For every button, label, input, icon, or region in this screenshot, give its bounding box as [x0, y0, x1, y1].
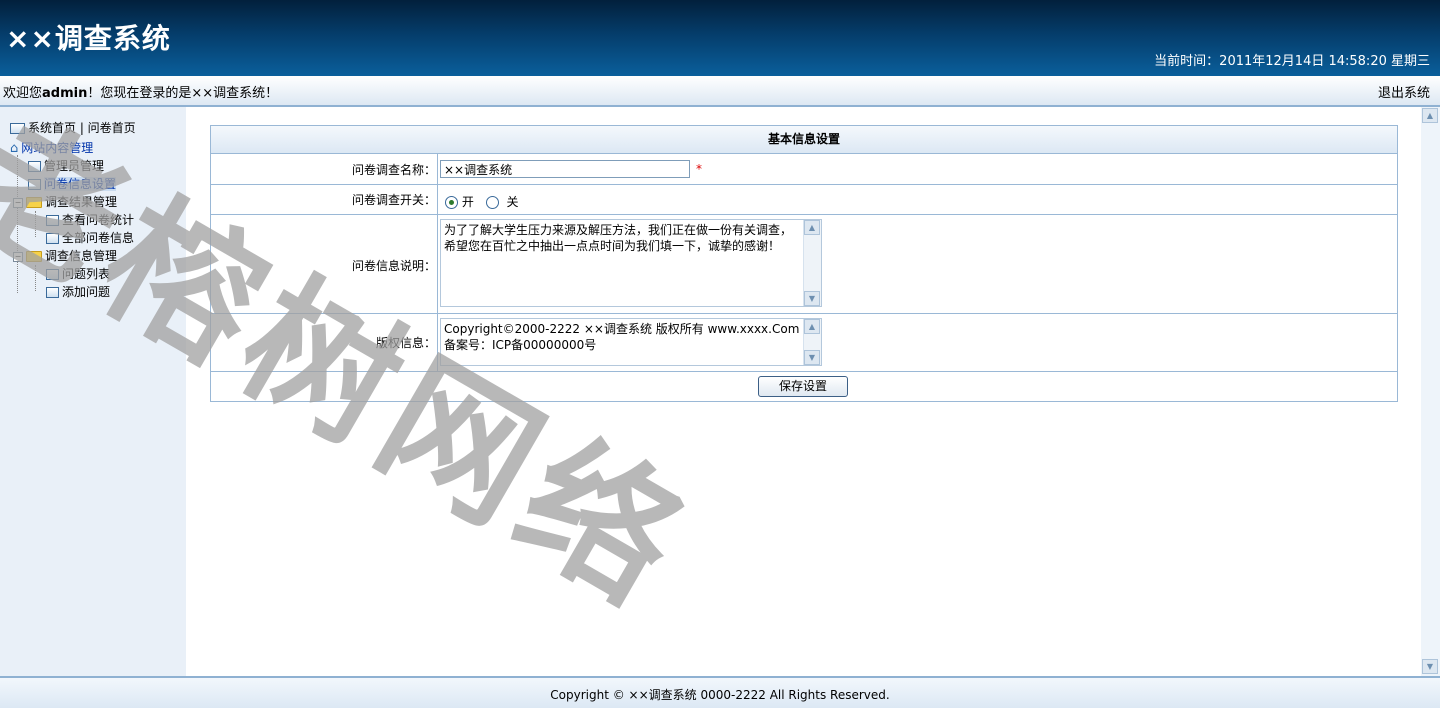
switch-on-label: 开	[461, 195, 474, 209]
sidebar-top-links[interactable]: 系统首页 | 问卷首页	[10, 120, 136, 136]
page-icon	[28, 179, 41, 190]
sidebar-item-question-list[interactable]: 问题列表	[46, 266, 110, 282]
sidebar-root-label: 网站内容管理	[21, 141, 94, 155]
scroll-down-icon[interactable]: ▼	[804, 350, 820, 365]
header-banner: ××调查系统 当前时间：2011年12月14日 14:58:20 星期三	[0, 0, 1440, 76]
switch-on-radio[interactable]	[445, 196, 458, 209]
page-icon	[46, 215, 59, 226]
current-time: 当前时间：2011年12月14日 14:58:20 星期三	[1154, 54, 1430, 69]
sidebar-item-label: 问题列表	[62, 267, 111, 281]
sidebar-top-links-label: 系统首页 | 问卷首页	[28, 121, 136, 135]
settings-panel: 基本信息设置 问卷调查名称： ××调查系统 * 问卷调查开关： 开 关 问卷信息…	[210, 125, 1398, 402]
collapse-icon[interactable]: −	[13, 197, 23, 208]
description-text: 为了了解大学生压力来源及解压方法，我们正在做一份有关调查，希望您在百忙之中抽出一…	[444, 223, 793, 253]
switch-off-radio[interactable]	[485, 196, 499, 209]
copyright-label: 版权信息：	[375, 336, 436, 350]
page-icon	[46, 233, 59, 244]
username: admin	[42, 86, 88, 101]
sidebar-item-label: 问卷信息设置	[44, 177, 117, 191]
page-icon	[28, 161, 41, 172]
sidebar-root[interactable]: ⌂ 网站内容管理	[10, 140, 93, 156]
sidebar-item-survey-settings[interactable]: 问卷信息设置	[28, 176, 117, 192]
home-icon: ⌂	[10, 140, 19, 156]
page-scrollbar[interactable]: ▲ ▼	[1421, 107, 1440, 676]
description-textarea[interactable]: 为了了解大学生压力来源及解压方法，我们正在做一份有关调查，希望您在百忙之中抽出一…	[440, 219, 822, 307]
sidebar-item-survey-stats[interactable]: 查看问卷统计	[46, 212, 134, 228]
footer: Copyright © ××调查系统 0000-2222 All Rights …	[0, 676, 1440, 708]
sidebar-item-all-surveys[interactable]: 全部问卷信息	[46, 230, 134, 246]
sidebar-item-label: 调查结果管理	[45, 195, 118, 209]
computer-icon	[10, 123, 25, 134]
copyright-text: Copyright©2000-2222 ××调查系统 版权所有 www.xxxx…	[444, 322, 800, 352]
description-scrollbar[interactable]: ▲ ▼	[803, 220, 821, 306]
description-row: 问卷信息说明： 为了了解大学生压力来源及解压方法，我们正在做一份有关调查，希望您…	[211, 215, 1397, 314]
sidebar-item-admin-manage[interactable]: 管理员管理	[28, 158, 104, 174]
switch-off-label: 关	[506, 195, 519, 209]
switch-group: 开 关	[445, 193, 519, 210]
sidebar-item-label: 调查信息管理	[45, 249, 118, 263]
switch-label: 问卷调查开关：	[351, 193, 436, 207]
scroll-up-icon[interactable]: ▲	[1422, 108, 1438, 123]
collapse-icon[interactable]: −	[13, 251, 23, 262]
name-row: 问卷调查名称： ××调查系统 *	[211, 154, 1397, 185]
name-label: 问卷调查名称：	[351, 163, 436, 177]
sidebar-item-label: 添加问题	[62, 285, 111, 299]
copyright-row: 版权信息： Copyright©2000-2222 ××调查系统 版权所有 ww…	[211, 314, 1397, 372]
logout-link[interactable]: 退出系统	[1378, 82, 1430, 101]
footer-copyright: Copyright © ××调查系统 0000-2222 All Rights …	[550, 688, 890, 702]
sidebar-item-survey-info-manage[interactable]: − 调查信息管理	[13, 248, 117, 264]
welcome-suffix: ！您现在登录的是××调查系统！	[87, 86, 279, 101]
panel-title: 基本信息设置	[211, 126, 1397, 154]
description-label: 问卷信息说明：	[351, 259, 436, 273]
page-icon	[46, 269, 59, 280]
folder-icon	[26, 251, 42, 262]
folder-icon	[26, 197, 42, 208]
page-icon	[46, 287, 59, 298]
sidebar-item-label: 管理员管理	[44, 159, 105, 173]
copyright-textarea[interactable]: Copyright©2000-2222 ××调查系统 版权所有 www.xxxx…	[440, 318, 822, 366]
switch-row: 问卷调查开关： 开 关	[211, 185, 1397, 215]
scroll-down-icon[interactable]: ▼	[804, 291, 820, 306]
sidebar-item-add-question[interactable]: 添加问题	[46, 284, 110, 300]
sidebar-item-label: 全部问卷信息	[62, 231, 135, 245]
sidebar-tree: 系统首页 | 问卷首页 ⌂ 网站内容管理 管理员管理 问卷信息设置 − 调查结果管理…	[0, 107, 186, 676]
scroll-down-icon[interactable]: ▼	[1422, 659, 1438, 674]
info-bar: 欢迎您admin！您现在登录的是××调查系统！ 退出系统	[0, 76, 1440, 107]
welcome-prefix: 欢迎您	[3, 86, 43, 101]
app-title: ××调查系统	[6, 22, 171, 55]
survey-name-input[interactable]: ××调查系统	[440, 160, 690, 178]
welcome-message: 欢迎您admin！您现在登录的是××调查系统！	[3, 82, 278, 101]
sidebar-item-result-manage[interactable]: − 调查结果管理	[13, 194, 117, 210]
sidebar-item-label: 查看问卷统计	[62, 213, 135, 227]
required-mark: *	[696, 162, 702, 176]
scroll-up-icon[interactable]: ▲	[804, 220, 820, 235]
scroll-up-icon[interactable]: ▲	[804, 319, 820, 334]
copyright-scrollbar[interactable]: ▲ ▼	[803, 319, 821, 365]
save-settings-button[interactable]: 保存设置	[758, 376, 848, 397]
